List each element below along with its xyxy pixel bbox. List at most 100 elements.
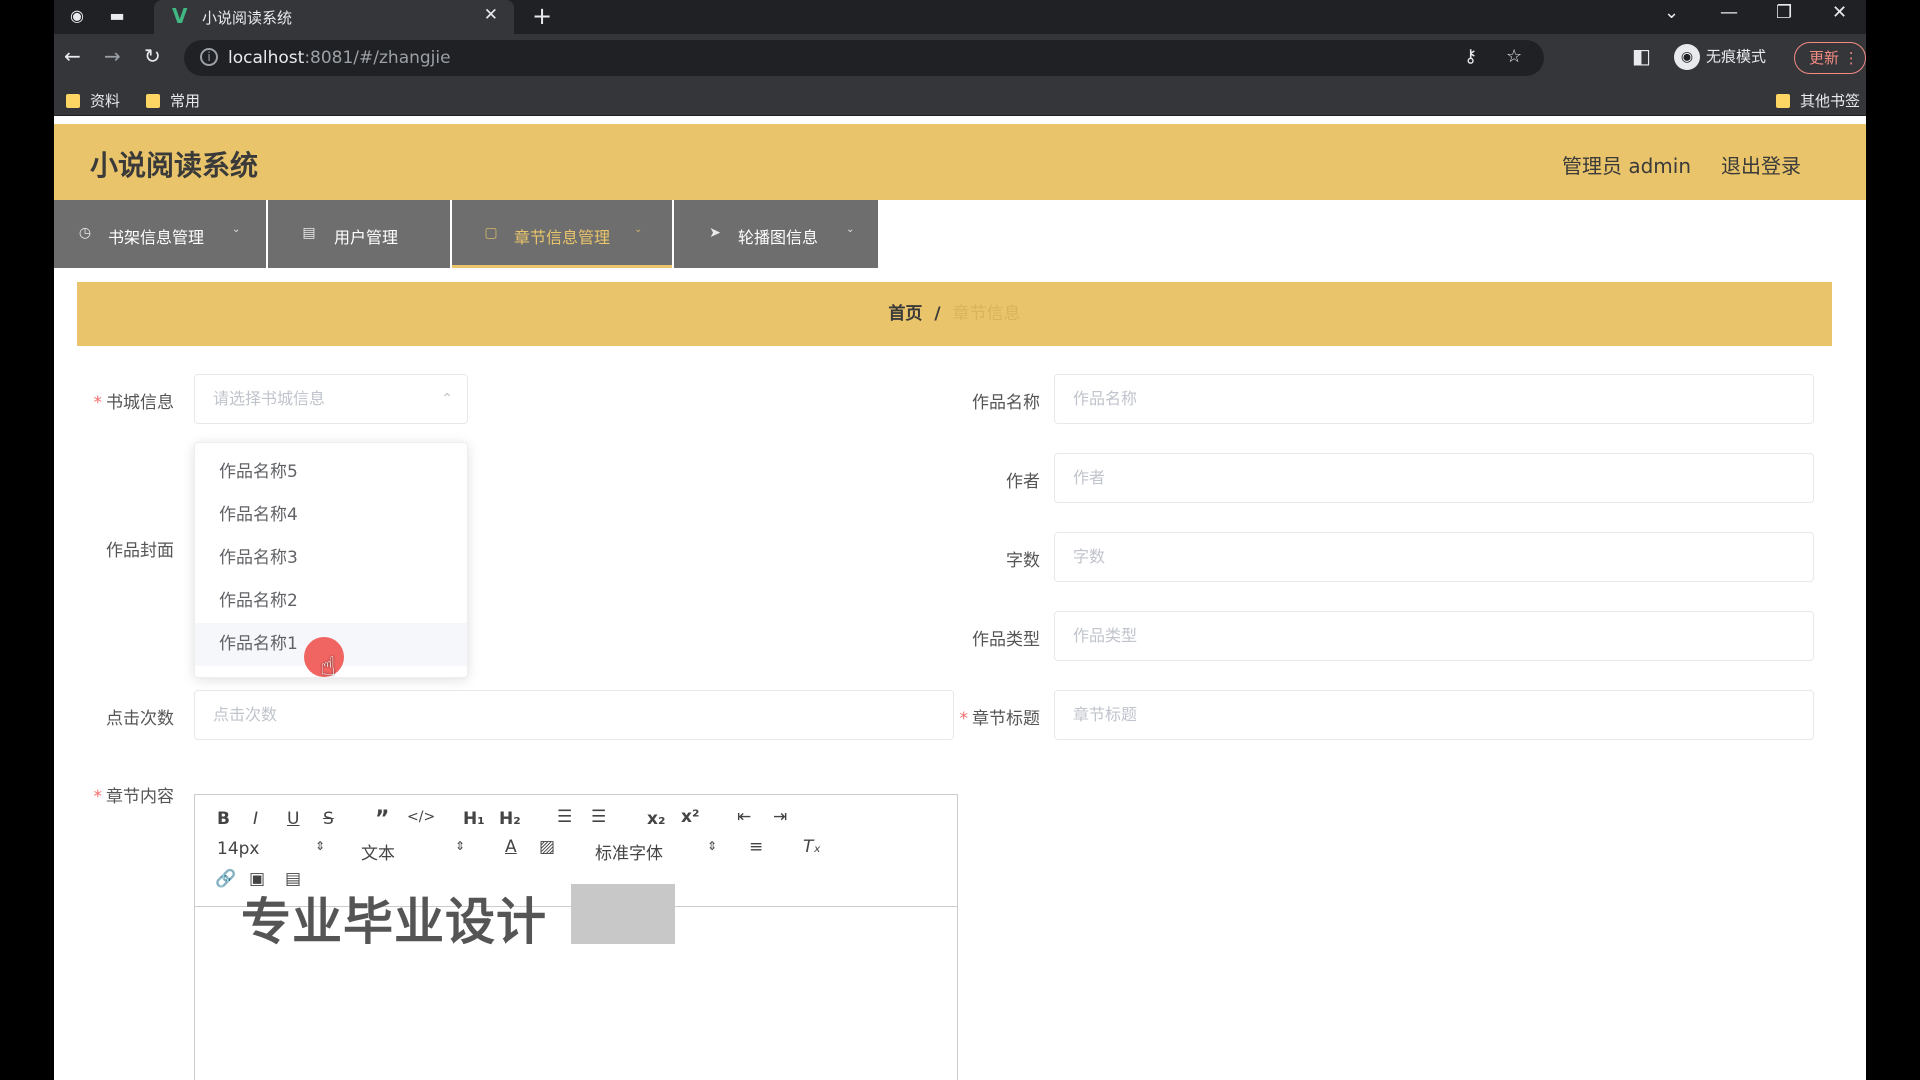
words-placeholder: 字数 [1073, 547, 1106, 566]
dropdown-option[interactable]: 作品名称5 [195, 451, 467, 494]
subscript-icon[interactable]: x₂ [647, 809, 665, 829]
clicks-input[interactable]: 点击次数 [194, 690, 954, 740]
browser-menu-icon[interactable]: ◉ [58, 0, 96, 34]
editor-content[interactable]: 专业毕业设计 [195, 884, 957, 1080]
font-size-select[interactable]: 14px [217, 839, 259, 859]
incognito-icon: ◉ [1674, 44, 1700, 70]
clicks-label: 点击次数 [106, 709, 174, 729]
bookmark-folder-ziliao[interactable]: 资料 [66, 90, 120, 111]
author-placeholder: 作者 [1073, 468, 1106, 487]
close-window-icon[interactable]: ✕ [1832, 2, 1847, 23]
hand-pointer-icon: ☝ [320, 652, 336, 682]
clear-format-icon[interactable]: Tₓ [803, 837, 821, 857]
chapter-title-label: * 章节标题 [959, 709, 1041, 729]
align-icon[interactable]: ≡ [749, 837, 763, 857]
reload-icon[interactable]: ↻ [144, 44, 161, 68]
italic-icon[interactable]: I [253, 809, 258, 829]
breadcrumb-home[interactable]: 首页 [888, 304, 922, 324]
dropdown-option[interactable]: 作品名称2 [195, 580, 467, 623]
browser-tab[interactable]: V 小说阅读系统 ✕ [154, 0, 514, 34]
updown-icon: ⇕ [455, 839, 466, 853]
background-color-icon[interactable]: ▨ [539, 837, 555, 857]
send-icon: ➤ [709, 225, 721, 241]
forward-icon[interactable]: → [104, 44, 121, 68]
chapter-title-placeholder: 章节标题 [1073, 705, 1138, 724]
superscript-icon[interactable]: x² [681, 807, 699, 827]
site-info-icon[interactable]: i [200, 48, 218, 66]
menu-item-users[interactable]: ▤ 用户管理 [268, 200, 450, 268]
outdent-icon[interactable]: ⇤ [737, 807, 751, 827]
tab-strip: ◉ ▬ V 小说阅读系统 ✕ + ⌄ — ❐ ✕ [54, 0, 1866, 34]
blockquote-icon[interactable]: ” [375, 807, 389, 832]
bookmark-star-icon[interactable]: ☆ [1506, 46, 1522, 67]
update-button[interactable]: 更新 ⋮ [1794, 42, 1866, 74]
type-label: 作品类型 [972, 630, 1040, 650]
heading1-icon[interactable]: H₁ [463, 809, 485, 829]
incognito-indicator[interactable]: ◉ 无痕模式 [1674, 44, 1766, 70]
chapter-title-input[interactable]: 章节标题 [1054, 690, 1814, 740]
menu-item-chapters[interactable]: ▢ 章节信息管理 ⌄ [452, 200, 672, 268]
words-input[interactable]: 字数 [1054, 532, 1814, 582]
type-placeholder: 作品类型 [1073, 626, 1138, 645]
author-input[interactable]: 作者 [1054, 453, 1814, 503]
chevron-down-icon: ⌄ [634, 224, 643, 235]
font-family-select[interactable]: 标准字体 [595, 839, 663, 864]
new-tab-icon[interactable]: + [532, 2, 552, 30]
document-icon: ▢ [484, 225, 498, 241]
menu-item-carousel[interactable]: ➤ 轮播图信息 ⌄ [674, 200, 878, 268]
side-panel-icon[interactable]: ◧ [1632, 44, 1651, 68]
app-page: 小说阅读系统 管理员 admin 退出登录 ◷ 书架信息管理 ⌄ ▤ 用户管理 … [54, 124, 1866, 1080]
logout-link[interactable]: 退出登录 [1721, 150, 1801, 179]
author-label: 作者 [1006, 472, 1040, 492]
link-icon[interactable]: 🔗 [215, 869, 236, 889]
folder-icon [1776, 94, 1790, 108]
back-icon[interactable]: ← [64, 44, 81, 68]
menu-item-bookshelf[interactable]: ◷ 书架信息管理 ⌄ [54, 200, 266, 268]
name-label: 作品名称 [972, 393, 1040, 413]
underline-icon[interactable]: U [287, 809, 299, 829]
restore-icon[interactable]: ❐ [1776, 2, 1792, 23]
tab-search-icon[interactable]: ▬ [98, 0, 136, 34]
minimize-icon[interactable]: — [1720, 2, 1738, 23]
chevron-up-icon: ⌃ [441, 391, 453, 407]
dropdown-option[interactable]: 作品名称3 [195, 537, 467, 580]
tab-list-icon[interactable]: ⌄ [1664, 2, 1679, 23]
strike-icon[interactable]: S [323, 809, 334, 829]
key-icon[interactable]: ⚷ [1464, 46, 1477, 67]
tab-close-icon[interactable]: ✕ [484, 5, 498, 25]
bookmark-folder-changyong[interactable]: 常用 [146, 90, 200, 111]
heading2-icon[interactable]: H₂ [499, 809, 521, 829]
code-block-icon[interactable]: </> [407, 809, 435, 825]
shucheng-select[interactable]: 请选择书城信息 ⌃ [194, 374, 468, 424]
folder-icon [66, 94, 80, 108]
bullet-list-icon[interactable]: ☰ [591, 807, 606, 827]
words-label: 字数 [1006, 551, 1040, 571]
indent-icon[interactable]: ⇥ [773, 807, 787, 827]
address-bar[interactable]: i localhost:8081/#/zhangjie ⚷ ☆ [184, 40, 1544, 76]
current-user: 管理员 admin [1562, 154, 1692, 178]
folder-icon [146, 94, 160, 108]
watermark-text: 专业毕业设计 [241, 893, 547, 951]
clicks-placeholder: 点击次数 [213, 705, 278, 724]
shucheng-placeholder: 请选择书城信息 [213, 389, 326, 408]
tab-title: 小说阅读系统 [202, 9, 293, 27]
dropdown-option[interactable]: 作品名称4 [195, 494, 467, 537]
app-title: 小说阅读系统 [90, 149, 259, 182]
other-bookmarks[interactable]: 其他书签 [1776, 90, 1860, 111]
rich-text-editor[interactable]: B I U S ” </> H₁ H₂ ☰ ☰ x₂ x² ⇤ ⇥ 14px ⇕… [194, 794, 958, 1080]
bookmarks-bar: 资料 常用 其他书签 [54, 82, 1866, 116]
shucheng-label: * 书城信息 [93, 393, 175, 413]
browser-window: ◉ ▬ V 小说阅读系统 ✕ + ⌄ — ❐ ✕ ← → ↻ i localho… [54, 0, 1866, 1080]
chevron-down-icon: ⌄ [232, 224, 241, 235]
breadcrumb: 首页 / 章节信息 [77, 282, 1832, 346]
content-label: * 章节内容 [93, 787, 175, 807]
ordered-list-icon[interactable]: ☰ [557, 807, 572, 827]
paragraph-select[interactable]: 文本 [361, 839, 395, 864]
bold-icon[interactable]: B [217, 809, 230, 829]
name-input[interactable]: 作品名称 [1054, 374, 1814, 424]
text-color-icon[interactable]: A [505, 837, 517, 857]
vue-favicon-icon: V [172, 4, 188, 28]
type-input[interactable]: 作品类型 [1054, 611, 1814, 661]
chevron-down-icon: ⌄ [846, 224, 855, 235]
clock-icon: ◷ [78, 225, 92, 241]
